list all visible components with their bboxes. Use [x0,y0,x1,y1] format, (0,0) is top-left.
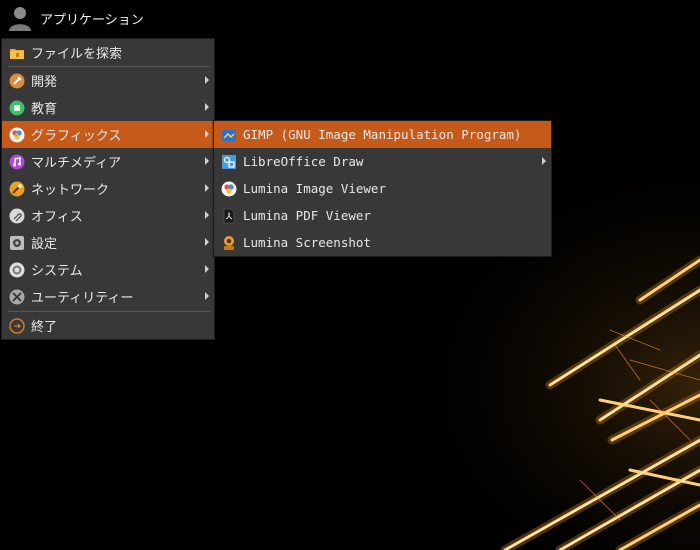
menu-item-graphics[interactable]: グラフィックス [2,121,214,148]
user-icon [9,7,31,31]
submenu-item-gimp[interactable]: GIMP (GNU Image Manipulation Program) [214,121,551,148]
settings-icon [9,235,25,251]
menu-item-browse-files[interactable]: ファイルを探索 [2,39,214,66]
chevron-right-icon [205,184,209,192]
menu-item-label: Lumina Screenshot [243,235,371,250]
applications-label: アプリケーション [40,12,144,28]
menu-item-label: オフィス [31,210,83,225]
menu-item-label: GIMP (GNU Image Manipulation Program) [243,127,522,142]
menu-item-label: LibreOffice Draw [243,154,364,169]
network-icon [9,181,25,197]
chevron-right-icon [205,130,209,138]
music-icon [9,154,25,170]
menu-item-system[interactable]: システム [2,256,214,283]
submenu-item-lumina-pdf-viewer[interactable]: Lumina PDF Viewer [214,202,551,229]
gimp-icon [221,127,237,143]
pdf-icon [221,208,237,224]
menu-item-education[interactable]: 教育 [2,94,214,121]
submenu-item-lumina-screenshot[interactable]: Lumina Screenshot [214,229,551,256]
menu-item-label: グラフィックス [31,129,122,144]
screenshot-icon [221,235,237,251]
chevron-right-icon [205,76,209,84]
draw-icon [221,154,237,170]
chevron-right-icon [205,265,209,273]
submenu-item-libreoffice-draw[interactable]: LibreOffice Draw [214,148,551,175]
submenu-item-lumina-image-viewer[interactable]: Lumina Image Viewer [214,175,551,202]
menu-item-label: ネットワーク [31,183,110,198]
menu-item-multimedia[interactable]: マルチメディア [2,148,214,175]
chevron-right-icon [205,103,209,111]
menu-item-settings[interactable]: 設定 [2,229,214,256]
menu-item-label: マルチメディア [31,156,122,171]
paperclip-icon [9,208,25,224]
menu-item-utilities[interactable]: ユーティリティー [2,283,214,310]
image-viewer-icon [221,181,237,197]
menu-item-label: 開発 [31,75,58,90]
menu-item-network[interactable]: ネットワーク [2,175,214,202]
menu-item-office[interactable]: オフィス [2,202,214,229]
menu-item-label: システム [31,264,83,279]
tools-icon [9,289,25,305]
applications-launcher[interactable]: アプリケーション [4,4,144,32]
education-icon [9,100,25,116]
chevron-right-icon [205,157,209,165]
menu-item-exit[interactable]: 終了 [2,312,214,339]
chevron-right-icon [542,157,546,165]
menu-item-label: 設定 [31,237,58,252]
exit-icon [9,317,25,334]
applications-menu: ファイルを探索 開発 教育 グラフィックス マルチメディア ネットワーク オフィ… [1,38,215,340]
menu-item-label: 教育 [31,102,58,117]
graphics-icon [9,127,25,143]
menu-item-label: Lumina PDF Viewer [243,208,371,223]
menu-item-label: Lumina Image Viewer [243,181,386,196]
menu-item-label: ユーティリティー [31,291,134,306]
menu-item-label: ファイルを探索 [31,47,123,62]
menu-item-development[interactable]: 開発 [2,67,214,94]
folder-icon [9,45,25,61]
system-icon [9,262,25,278]
chevron-right-icon [205,292,209,300]
chevron-right-icon [205,211,209,219]
chevron-right-icon [205,238,209,246]
menu-item-label: 終了 [31,320,58,335]
hammer-icon [9,73,25,89]
graphics-submenu: GIMP (GNU Image Manipulation Program) Li… [213,120,552,257]
